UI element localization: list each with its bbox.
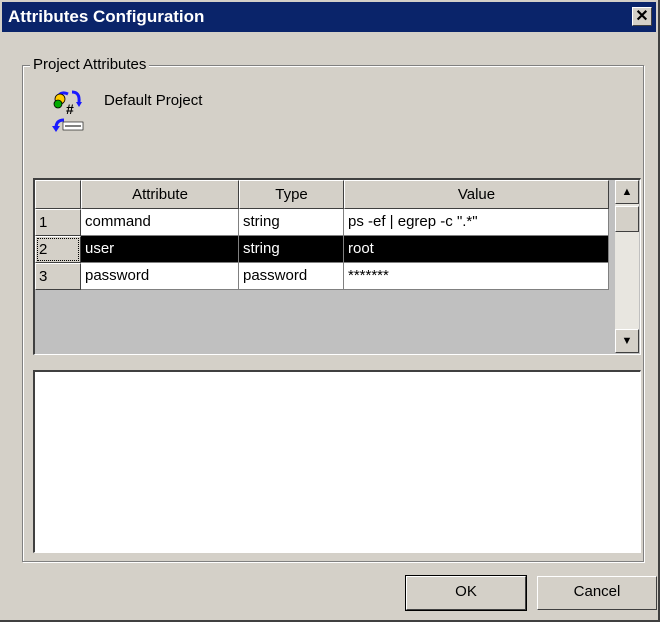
attribute-cell[interactable]: command xyxy=(81,209,239,236)
close-icon: ✕ xyxy=(635,8,649,25)
ok-button[interactable]: OK xyxy=(405,575,527,611)
scroll-thumb[interactable] xyxy=(615,206,639,232)
row-header[interactable]: 2 xyxy=(35,236,81,263)
svg-text:#: # xyxy=(66,101,74,117)
corner-header[interactable] xyxy=(35,180,81,209)
close-button[interactable]: ✕ xyxy=(632,7,652,26)
value-cell[interactable]: root xyxy=(344,236,609,263)
arrow-up-icon: ▲ xyxy=(621,186,633,198)
attribute-cell[interactable]: password xyxy=(81,263,239,290)
window-title: Attributes Configuration xyxy=(8,7,205,26)
value-cell[interactable]: ******* xyxy=(344,263,609,290)
column-header-attribute[interactable]: Attribute xyxy=(81,180,239,209)
row-header[interactable]: 3 xyxy=(35,263,81,290)
type-cell[interactable]: password xyxy=(239,263,344,290)
vertical-scrollbar[interactable]: ▲ ▼ xyxy=(615,180,639,353)
column-header-value[interactable]: Value xyxy=(344,180,609,209)
title-bar[interactable]: Attributes Configuration ✕ xyxy=(2,2,656,32)
row-header[interactable]: 1 xyxy=(35,209,81,236)
attributes-dialog: Attributes Configuration ✕ Project Attri… xyxy=(0,0,660,622)
value-cell[interactable]: ps -ef | egrep -c ".*" xyxy=(344,209,609,236)
project-attributes-icon: # xyxy=(52,90,84,132)
column-header-type[interactable]: Type xyxy=(239,180,344,209)
description-textarea[interactable] xyxy=(33,370,641,553)
group-label: Project Attributes xyxy=(30,56,150,73)
type-cell[interactable]: string xyxy=(239,209,344,236)
attributes-grid[interactable]: Attribute Type Value 1 command string ps… xyxy=(33,178,641,355)
scroll-up-button[interactable]: ▲ xyxy=(615,180,639,204)
scroll-down-button[interactable]: ▼ xyxy=(615,329,639,353)
cancel-button[interactable]: Cancel xyxy=(537,576,657,610)
type-cell[interactable]: string xyxy=(239,236,344,263)
arrow-down-icon: ▼ xyxy=(621,335,633,347)
attribute-cell[interactable]: user xyxy=(81,236,239,263)
project-name: Default Project xyxy=(104,92,203,109)
